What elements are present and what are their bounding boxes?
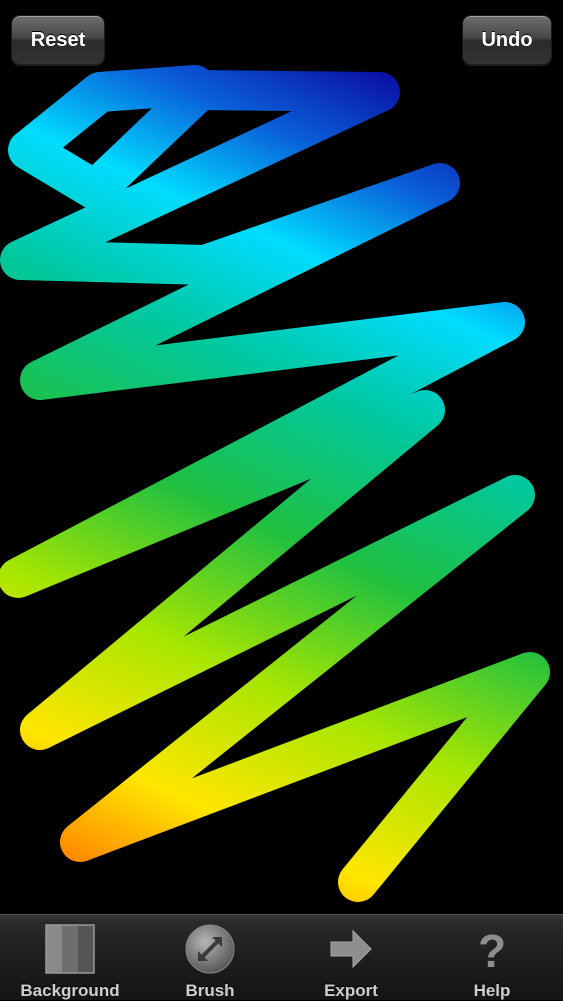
painted-stroke [0,65,550,902]
background-swatch-icon [40,921,100,977]
drawing-canvas[interactable] [0,65,563,914]
background-tool[interactable]: Background [10,915,130,1001]
export-tool[interactable]: Export [301,915,401,1001]
brush-tool[interactable]: Brush [160,915,260,1001]
question-mark-icon: ? [462,921,522,977]
background-label: Background [20,981,120,1000]
svg-text:?: ? [478,925,506,975]
help-tool[interactable]: ? Help [442,915,542,1001]
brush-resize-icon [180,921,240,977]
arrow-right-icon [321,921,381,977]
help-label: Help [473,981,511,1000]
bottom-toolbar: Background Brush Export ? Help [0,914,563,1000]
brush-label: Brush [185,981,235,1000]
export-label: Export [324,981,378,1000]
